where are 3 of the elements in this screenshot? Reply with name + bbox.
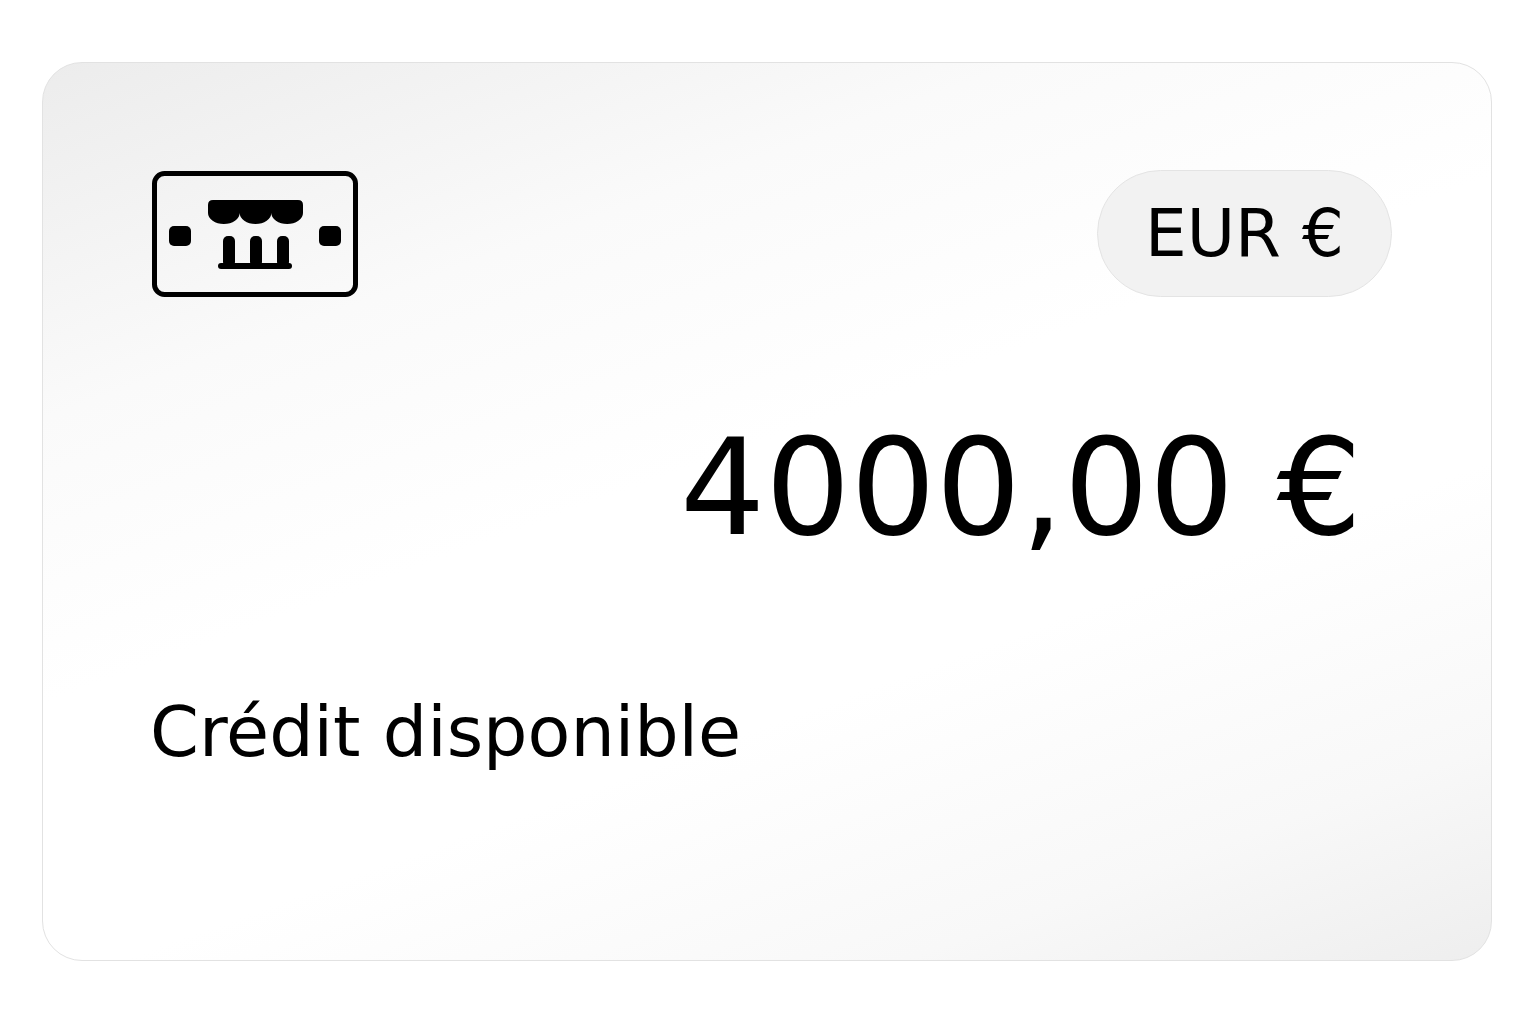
credit-amount: 4000,00 € bbox=[680, 421, 1362, 555]
storefront-card-icon bbox=[152, 170, 358, 297]
currency-badge: EUR € bbox=[1097, 170, 1392, 297]
